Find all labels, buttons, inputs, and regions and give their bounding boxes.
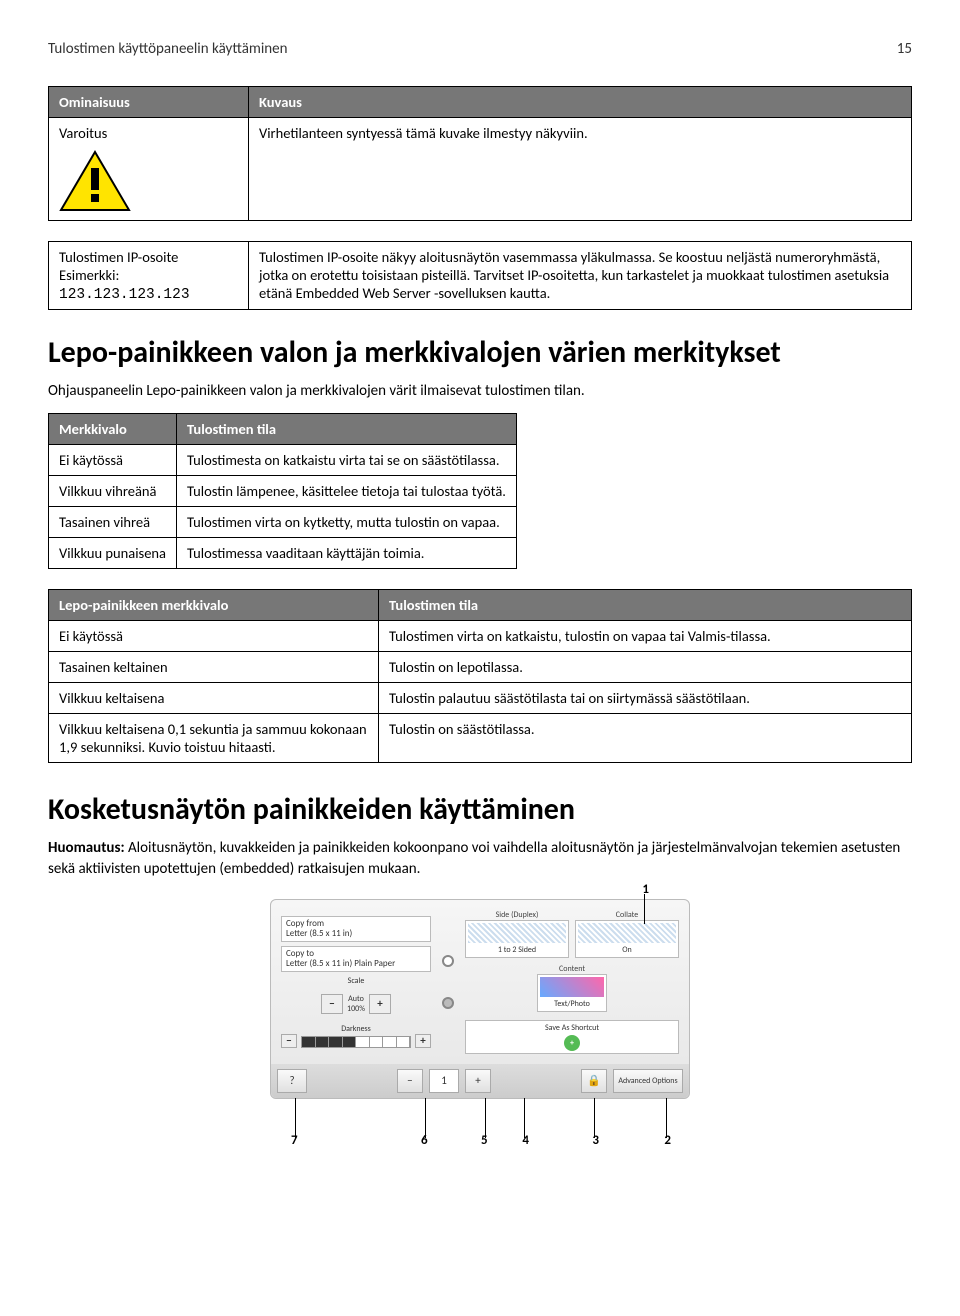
- t3-h1: Merkkivalo: [49, 414, 177, 445]
- sleep-indicator-table: Lepo-painikkeen merkkivalo Tulostimen ti…: [48, 589, 912, 763]
- count-minus-button[interactable]: −: [397, 1069, 423, 1093]
- darkness-label: Darkness: [281, 1024, 431, 1034]
- content-tile[interactable]: Text/Photo: [537, 974, 607, 1012]
- darkness-bar[interactable]: [301, 1036, 411, 1048]
- intro-p1: Ohjauspaneelin Lepo-painikkeen valon ja …: [48, 381, 912, 401]
- scale-minus-button[interactable]: −: [321, 994, 343, 1014]
- side-tile[interactable]: 1 to 2 Sided: [465, 920, 569, 958]
- t4-h1: Lepo-painikkeen merkkivalo: [49, 590, 379, 621]
- plus-icon: +: [564, 1035, 580, 1051]
- table1-feature-cell: Varoitus: [49, 118, 249, 221]
- t4-h2: Tulostimen tila: [379, 590, 912, 621]
- table1-col1: Ominaisuus: [49, 87, 249, 118]
- indicator-table: Merkkivalo Tulostimen tila Ei käytössäTu…: [48, 413, 517, 569]
- table-row: Vilkkuu vihreänäTulostin lämpenee, käsit…: [49, 476, 517, 507]
- table1-desc: Virhetilanteen syntyessä tämä kuvake ilm…: [249, 118, 912, 221]
- table-row: Vilkkuu keltaisena 0,1 sekuntia ja sammu…: [49, 714, 912, 763]
- save-shortcut-button[interactable]: Save As Shortcut +: [465, 1020, 679, 1054]
- note-paragraph: Huomautus: Aloitusnäytön, kuvakkeiden ja…: [48, 838, 912, 879]
- table-row: Tasainen keltainenTulostin on lepotilass…: [49, 652, 912, 683]
- ip-label: Tulostimen IP-osoite: [59, 248, 238, 266]
- scale-plus-button[interactable]: +: [369, 994, 391, 1014]
- table2-feature-cell: Tulostimen IP-osoite Esimerkki: 123.123.…: [49, 242, 249, 310]
- darkness-minus-button[interactable]: −: [281, 1034, 297, 1048]
- radio-icon[interactable]: [442, 997, 454, 1009]
- touchscreen-illustration: Copy from Letter (8.5 x 11 in) Copy to L…: [270, 899, 690, 1099]
- page-header: Tulostimen käyttöpaneelin käyttäminen 15: [48, 40, 912, 58]
- copy-from-field[interactable]: Copy from Letter (8.5 x 11 in): [281, 916, 431, 942]
- note-prefix: Huomautus:: [48, 839, 125, 857]
- t3-h2: Tulostimen tila: [176, 414, 516, 445]
- feature-table-1: Ominaisuus Kuvaus Varoitus Virhetilantee…: [48, 86, 912, 221]
- radio-icon[interactable]: [442, 955, 454, 967]
- table-row: Tasainen vihreäTulostimen virta on kytke…: [49, 507, 517, 538]
- page-number: 15: [897, 40, 912, 58]
- table2-desc: Tulostimen IP-osoite näkyy aloitusnäytön…: [249, 242, 912, 310]
- feature-table-2: Tulostimen IP-osoite Esimerkki: 123.123.…: [48, 241, 912, 310]
- collate-tile[interactable]: On: [575, 920, 679, 958]
- section-title-1: Lepo-painikkeen valon ja merkkivalojen v…: [48, 334, 912, 371]
- help-button[interactable]: ?: [277, 1069, 307, 1093]
- header-title: Tulostimen käyttöpaneelin käyttäminen: [48, 40, 288, 58]
- scale-label: Scale: [281, 976, 431, 986]
- table-row: Ei käytössäTulostimesta on katkaistu vir…: [49, 445, 517, 476]
- ip-value: 123.123.123.123: [59, 287, 190, 303]
- warning-icon: [59, 150, 238, 214]
- section-title-2: Kosketusnäytön painikkeiden käyttäminen: [48, 791, 912, 828]
- copy-to-field[interactable]: Copy to Letter (8.5 x 11 in) Plain Paper: [281, 946, 431, 972]
- warning-label: Varoitus: [59, 124, 238, 142]
- table-row: Vilkkuu punaisenaTulostimessa vaaditaan …: [49, 538, 517, 569]
- lock-icon[interactable]: 🔒: [581, 1069, 607, 1093]
- table-row: Ei käytössäTulostimen virta on katkaistu…: [49, 621, 912, 652]
- table-row: Vilkkuu keltaisenaTulostin palautuu sääs…: [49, 683, 912, 714]
- darkness-plus-button[interactable]: +: [415, 1034, 431, 1048]
- table1-col2: Kuvaus: [249, 87, 912, 118]
- count-value: 1: [429, 1069, 459, 1093]
- ip-example: Esimerkki: 123.123.123.123: [59, 266, 238, 303]
- count-plus-button[interactable]: +: [465, 1069, 491, 1093]
- advanced-options-button[interactable]: Advanced Options: [613, 1069, 683, 1093]
